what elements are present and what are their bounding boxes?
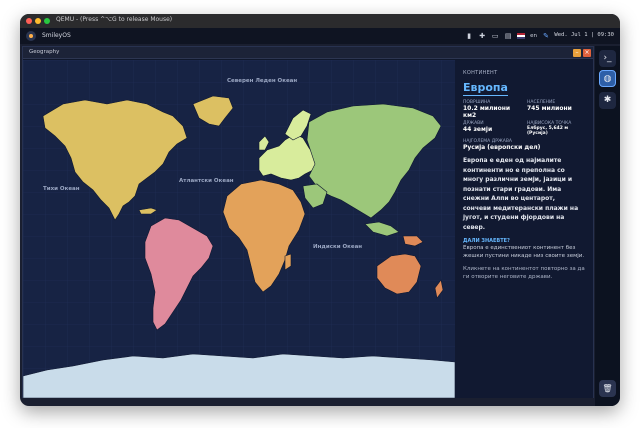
keyboard-icon[interactable]: ▤ [504, 32, 512, 40]
right-dock: ›_ ◍ ✱ 🗑 [595, 46, 620, 406]
stat-population: НАСЕЛЕНИЕ 745 милиони [527, 100, 589, 119]
os-top-bar: SmileyOS ▮ ✚ ▭ ▤ en ✎ Wed. Jul 1 | 09:30 [20, 28, 620, 44]
world-map: Северен Леден Океан Тихи Океан Атлантски… [23, 60, 455, 398]
trash-icon[interactable]: 🗑 [599, 380, 616, 397]
stat-area-value: 10.2 милиони км2 [463, 105, 511, 119]
geography-app-window: Geography – × Северен Леден Океан Тихи О… [22, 46, 594, 398]
os-name: SmileyOS [42, 32, 71, 39]
terminal-icon[interactable]: ›_ [599, 50, 616, 67]
us-flag-icon[interactable] [517, 33, 526, 39]
clock[interactable]: Wed. Jul 1 | 09:30 [554, 32, 614, 38]
battery-icon[interactable]: ▮ [465, 32, 473, 40]
ocean-label-pacific: Тихи Океан [43, 186, 80, 192]
language-indicator[interactable]: en [530, 33, 537, 39]
settings-gear-icon[interactable]: ✱ [599, 92, 616, 109]
system-tray: ▮ ✚ ▭ ▤ en ✎ [465, 31, 550, 41]
stat-highest-value: Елбрус, 5,642 м (Русија) [527, 126, 569, 136]
continent-description: Европа е еден од најмалите континенти но… [463, 157, 579, 231]
host-window: QEMU - (Press ^⌥G to release Mouse) Smil… [20, 14, 620, 406]
world-map-svg [23, 60, 455, 398]
host-titlebar: QEMU - (Press ^⌥G to release Mouse) [20, 14, 620, 28]
host-window-title: QEMU - (Press ^⌥G to release Mouse) [56, 16, 173, 23]
continent-title: Европа [463, 81, 508, 96]
ocean-label-indian: Индиски Океан [313, 244, 363, 250]
panel-kicker: КОНТИНЕНТ [463, 70, 498, 76]
close-window-button[interactable] [26, 18, 32, 24]
stat-countries-value: 44 земји [463, 126, 493, 133]
app-title: Geography [29, 49, 60, 55]
pen-icon[interactable]: ✎ [542, 32, 550, 40]
continent-info-panel: КОНТИНЕНТ Европа ПОВРШИНА 10.2 милиони к… [455, 60, 593, 398]
os-logo-icon[interactable] [26, 31, 36, 41]
minimize-window-button[interactable] [35, 18, 41, 24]
hint-text: Кликнете на континентот повторно за да г… [463, 266, 585, 280]
stat-countries: ДРЖАВИ 44 земји [463, 121, 525, 136]
ocean-label-arctic: Северен Леден Океан [227, 78, 298, 84]
zoom-window-button[interactable] [44, 18, 50, 24]
stat-largest-value: Русија (европски дел) [463, 144, 541, 151]
stats-grid: ПОВРШИНА 10.2 милиони км2 НАСЕЛЕНИЕ 745 … [463, 100, 585, 136]
stat-area: ПОВРШИНА 10.2 милиони км2 [463, 100, 525, 119]
app-titlebar[interactable]: Geography – × [23, 47, 593, 59]
globe-icon[interactable]: ◍ [599, 70, 616, 87]
app-close-button[interactable]: × [583, 49, 591, 57]
app-minimize-button[interactable]: – [573, 49, 581, 57]
stat-highest: НАЈВИСОКА ТОЧКА Елбрус, 5,642 м (Русија) [527, 121, 589, 136]
accessibility-icon[interactable]: ✚ [478, 32, 486, 40]
stat-largest: НАЈГОЛЕМА ДРЖАВА Русија (европски дел) [463, 139, 585, 151]
fun-fact-text: Европа е единствениот континент без жешк… [463, 245, 585, 259]
ocean-label-atlantic: Атлантски Океан [179, 178, 234, 184]
display-icon[interactable]: ▭ [491, 32, 499, 40]
stat-population-value: 745 милиони [527, 105, 572, 112]
